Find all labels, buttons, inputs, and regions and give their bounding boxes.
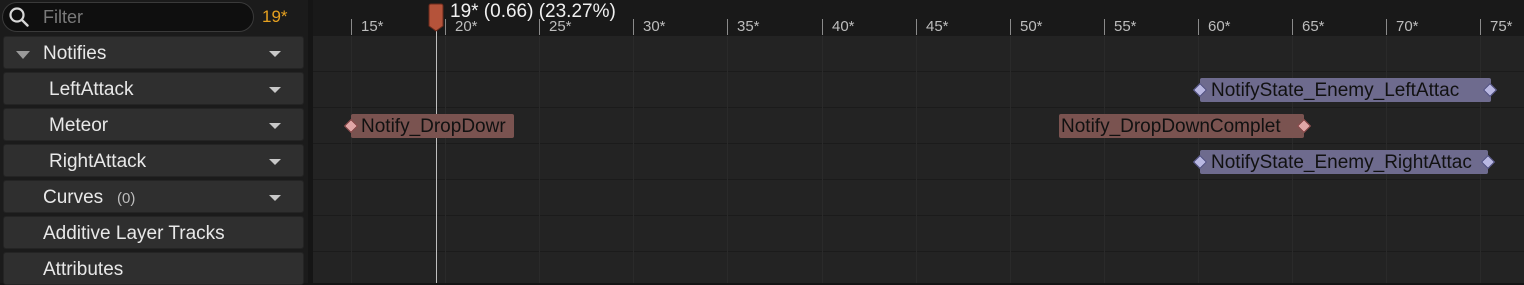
filter-input[interactable] bbox=[43, 6, 243, 28]
filter-search-box[interactable] bbox=[2, 2, 254, 32]
ruler-tick bbox=[1010, 19, 1011, 35]
track-label: Notifies bbox=[43, 43, 107, 64]
track-list-panel: 19* Notifies LeftAttack Meteor RightAtta… bbox=[0, 0, 308, 285]
expand-arrow-icon[interactable] bbox=[16, 51, 30, 59]
ruler-tick bbox=[1386, 19, 1387, 35]
track-label: Meteor bbox=[49, 115, 109, 136]
track-rightattack[interactable]: RightAttack bbox=[3, 144, 304, 177]
ruler-tick-label: 70* bbox=[1396, 18, 1419, 35]
ruler-tick-label: 50* bbox=[1020, 18, 1043, 35]
notify-label: NotifyState_Enemy_RightAttac bbox=[1211, 152, 1472, 173]
track-curves[interactable]: Curves (0) bbox=[3, 180, 304, 213]
playhead-label: 19* (0.66) (23.27%) bbox=[450, 1, 616, 22]
track-label: Curves bbox=[43, 187, 104, 208]
ruler-tick bbox=[1292, 19, 1293, 35]
playhead-handle[interactable] bbox=[428, 3, 444, 32]
ruler-tick bbox=[633, 19, 634, 35]
grid-line bbox=[822, 36, 823, 283]
track-label: Additive Layer Tracks bbox=[43, 223, 225, 244]
lane-divider bbox=[313, 215, 1524, 216]
ruler-tick-label: 35* bbox=[737, 18, 760, 35]
ruler-tick bbox=[1480, 19, 1481, 35]
notify-drop-down-complete[interactable]: Notify_DropDownComplet bbox=[1059, 114, 1304, 138]
chevron-down-icon[interactable] bbox=[269, 159, 281, 165]
ruler-tick bbox=[1104, 19, 1105, 35]
notify-label: Notify_DropDowr bbox=[361, 116, 506, 137]
notify-state-right-attack[interactable]: NotifyState_Enemy_RightAttac bbox=[1200, 150, 1488, 174]
ruler-tick bbox=[822, 19, 823, 35]
lane-divider bbox=[313, 179, 1524, 180]
track-label: LeftAttack bbox=[49, 79, 134, 100]
ruler-tick-label: 65* bbox=[1302, 18, 1325, 35]
grid-line bbox=[445, 36, 446, 283]
grid-line bbox=[727, 36, 728, 283]
notify-label: Notify_DropDownComplet bbox=[1061, 116, 1281, 137]
chevron-down-icon[interactable] bbox=[269, 123, 281, 129]
chevron-down-icon[interactable] bbox=[269, 195, 281, 201]
track-notifies[interactable]: Notifies bbox=[3, 36, 304, 69]
track-label: RightAttack bbox=[49, 151, 147, 172]
ruler-tick-label: 60* bbox=[1208, 18, 1231, 35]
curve-count: (0) bbox=[117, 190, 136, 207]
ruler-tick-label: 55* bbox=[1114, 18, 1137, 35]
ruler-tick-label: 75* bbox=[1490, 18, 1513, 35]
ruler-tick bbox=[445, 19, 446, 35]
grid-line bbox=[539, 36, 540, 283]
track-meteor[interactable]: Meteor bbox=[3, 108, 304, 141]
ruler-tick-label: 15* bbox=[361, 18, 384, 35]
notify-label: NotifyState_Enemy_LeftAttac bbox=[1211, 80, 1460, 101]
grid-line bbox=[916, 36, 917, 283]
current-frame-counter[interactable]: 19* bbox=[262, 7, 302, 27]
track-label: Attributes bbox=[43, 259, 124, 280]
ruler-tick bbox=[1198, 19, 1199, 35]
grid-line bbox=[351, 36, 352, 283]
track-attributes[interactable]: Attributes bbox=[3, 252, 304, 285]
ruler-tick-label: 30* bbox=[643, 18, 666, 35]
grid-line bbox=[1104, 36, 1105, 283]
chevron-down-icon[interactable] bbox=[269, 51, 281, 57]
lane-divider bbox=[313, 251, 1524, 252]
lane-divider bbox=[313, 71, 1524, 72]
ruler-tick bbox=[916, 19, 917, 35]
ruler-tick-label: 45* bbox=[926, 18, 949, 35]
ruler-tick bbox=[351, 19, 352, 35]
chevron-down-icon[interactable] bbox=[269, 87, 281, 93]
playhead-line bbox=[436, 30, 437, 283]
grid-line bbox=[633, 36, 634, 283]
notify-drop-down[interactable]: Notify_DropDowr bbox=[351, 114, 514, 138]
notify-state-left-attack[interactable]: NotifyState_Enemy_LeftAttac bbox=[1200, 78, 1491, 102]
track-additive-layer[interactable]: Additive Layer Tracks bbox=[3, 216, 304, 249]
search-icon bbox=[9, 7, 29, 27]
grid-line bbox=[1010, 36, 1011, 283]
lane-divider bbox=[313, 107, 1524, 108]
track-leftattack[interactable]: LeftAttack bbox=[3, 72, 304, 105]
ruler-tick-label: 40* bbox=[832, 18, 855, 35]
timeline-area[interactable]: 15* 20* 25* 30* 35* 40* 45* 50* 55* 60* 65* 70* 75* … bbox=[313, 0, 1524, 283]
lane-divider bbox=[313, 143, 1524, 144]
ruler-tick bbox=[727, 19, 728, 35]
